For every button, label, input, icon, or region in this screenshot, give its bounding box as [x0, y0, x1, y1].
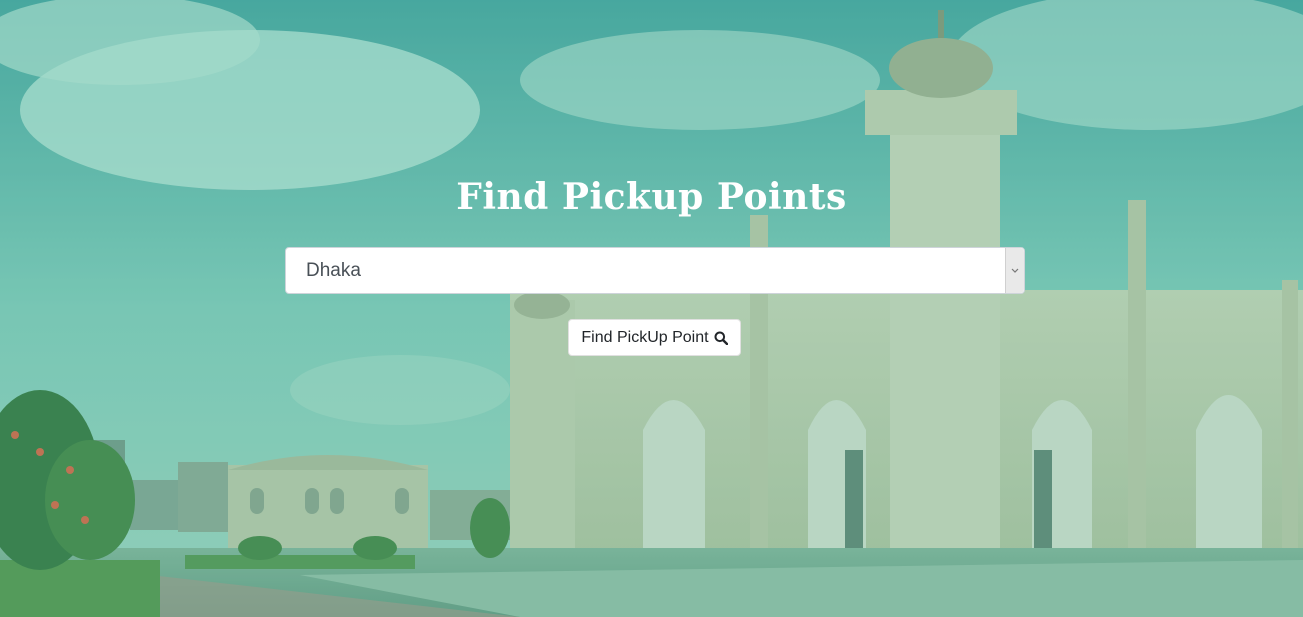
find-pickup-point-label: Find PickUp Point — [581, 328, 709, 346]
chevron-down-icon[interactable] — [1005, 248, 1024, 293]
hero-section: Find Pickup Points Dhaka Find PickUp Poi… — [0, 0, 1303, 617]
selected-city-value: Dhaka — [306, 260, 361, 281]
find-pickup-point-button[interactable]: Find PickUp Point — [568, 319, 741, 356]
page-title: Find Pickup Points — [456, 176, 847, 218]
search-icon — [714, 331, 728, 345]
city-select[interactable]: Dhaka — [285, 247, 1025, 294]
color-overlay — [0, 0, 1303, 617]
